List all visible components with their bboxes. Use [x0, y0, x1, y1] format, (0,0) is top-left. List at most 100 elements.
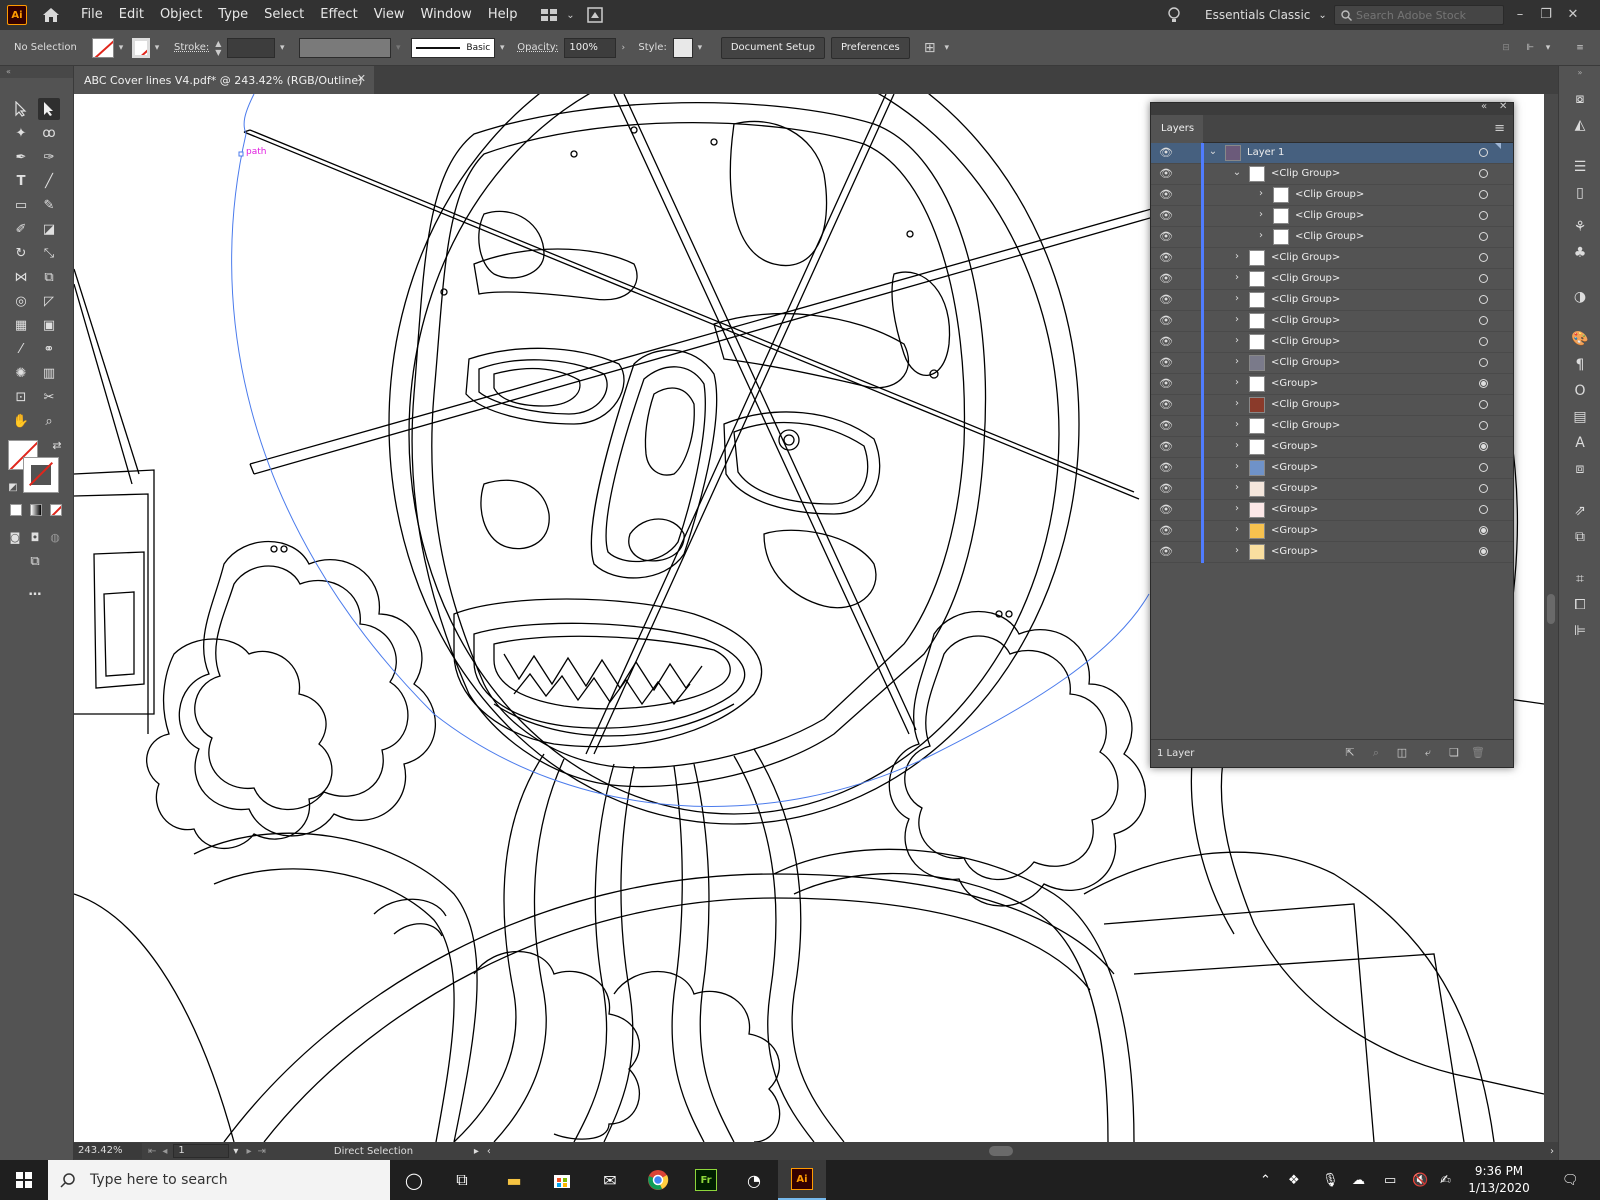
- menu-type[interactable]: Type: [210, 0, 256, 30]
- layer-name[interactable]: <Clip Group>: [1295, 210, 1364, 221]
- chevron-right-icon[interactable]: ›: [1231, 272, 1243, 286]
- layer-name[interactable]: <Group>: [1271, 441, 1318, 452]
- selection-tool-icon[interactable]: [10, 98, 32, 120]
- vertical-scrollbar[interactable]: [1544, 94, 1558, 1142]
- chrome-icon[interactable]: [634, 1160, 682, 1200]
- chevron-down-icon[interactable]: ▾: [940, 38, 954, 58]
- gradient-panel-icon[interactable]: ▯: [1569, 182, 1591, 204]
- screen-mode-icon[interactable]: ⧉: [24, 550, 46, 572]
- next-artboard-icon[interactable]: ▸: [246, 1146, 251, 1157]
- chevron-down-icon[interactable]: ⌄: [1207, 146, 1219, 160]
- menu-object[interactable]: Object: [152, 0, 210, 30]
- chevron-right-icon[interactable]: ›: [1231, 461, 1243, 475]
- color-icon[interactable]: 🎨: [1569, 328, 1591, 350]
- layer-name[interactable]: <Group>: [1271, 504, 1318, 515]
- layer-name[interactable]: <Clip Group>: [1271, 315, 1340, 326]
- target-circle-icon[interactable]: [1479, 169, 1488, 178]
- windows-start-icon[interactable]: [0, 1160, 48, 1200]
- pathfinder-icon[interactable]: ⧠: [1569, 594, 1591, 616]
- network-icon[interactable]: ▭: [1384, 1160, 1396, 1200]
- target-circle-icon[interactable]: [1479, 211, 1488, 220]
- libraries-icon[interactable]: ⧇: [1569, 88, 1591, 110]
- visibility-eye-icon[interactable]: 👁: [1159, 335, 1173, 349]
- visibility-eye-icon[interactable]: 👁: [1159, 524, 1173, 538]
- chevron-right-icon[interactable]: ›: [616, 38, 630, 58]
- visibility-eye-icon[interactable]: 👁: [1159, 461, 1173, 475]
- scale-tool-icon[interactable]: ⤡: [38, 242, 60, 264]
- minimize-button[interactable]: –: [1507, 0, 1533, 28]
- tab-layers[interactable]: Layers: [1151, 115, 1203, 143]
- close-window-button[interactable]: ✕: [1560, 0, 1586, 28]
- shaper-tool-icon[interactable]: ✐: [10, 218, 32, 240]
- type-tool-icon[interactable]: T: [10, 170, 32, 192]
- menu-edit[interactable]: Edit: [111, 0, 152, 30]
- draw-behind-icon[interactable]: ◘: [24, 526, 46, 548]
- hand-tool-icon[interactable]: ✋: [10, 410, 32, 432]
- menu-view[interactable]: View: [366, 0, 413, 30]
- free-transform-tool-icon[interactable]: ⧉: [38, 266, 60, 288]
- layer-row[interactable]: 👁 ⌄ Layer 1: [1151, 143, 1513, 164]
- stroke-swatch[interactable]: [132, 37, 150, 58]
- chevron-down-icon[interactable]: ▾: [275, 38, 289, 58]
- mesh-tool-icon[interactable]: ▦: [10, 314, 32, 336]
- stock-search[interactable]: [1334, 5, 1504, 25]
- task-view-icon[interactable]: ⧉: [438, 1160, 486, 1200]
- artboard-tool-icon[interactable]: ⊡: [10, 386, 32, 408]
- visibility-eye-icon[interactable]: 👁: [1159, 293, 1173, 307]
- visibility-eye-icon[interactable]: 👁: [1159, 419, 1173, 433]
- sublayer-row[interactable]: 👁 › <Group>: [1151, 521, 1513, 542]
- stroke-weight-field[interactable]: [227, 37, 276, 58]
- taskbar-search[interactable]: Type here to search: [48, 1160, 390, 1200]
- default-fill-stroke-icon[interactable]: ◩: [2, 476, 24, 498]
- layer-name[interactable]: Layer 1: [1247, 147, 1284, 158]
- sublayer-row[interactable]: 👁 › <Group>: [1151, 437, 1513, 458]
- symbols-icon[interactable]: ♣: [1569, 242, 1591, 264]
- visibility-eye-icon[interactable]: 👁: [1159, 356, 1173, 370]
- hscroll-right-icon[interactable]: ›: [1550, 1146, 1554, 1157]
- chevron-right-icon[interactable]: ›: [1231, 545, 1243, 559]
- stroke-panel-icon[interactable]: ☰: [1569, 156, 1591, 178]
- layer-name[interactable]: <Clip Group>: [1271, 252, 1340, 263]
- draw-inside-icon[interactable]: ◍: [44, 526, 66, 548]
- target-circle-icon[interactable]: [1479, 274, 1488, 283]
- current-tool-status[interactable]: Direct Selection: [334, 1146, 472, 1157]
- microphone-icon[interactable]: 🎙: [1322, 1160, 1339, 1200]
- visibility-eye-icon[interactable]: 👁: [1159, 167, 1173, 181]
- eraser-tool-icon[interactable]: ◪: [38, 218, 60, 240]
- chevron-right-icon[interactable]: ›: [1231, 482, 1243, 496]
- chevron-right-icon[interactable]: ›: [1231, 335, 1243, 349]
- target-circle-icon[interactable]: [1479, 400, 1488, 409]
- gradient-mode-icon[interactable]: [30, 504, 42, 516]
- visibility-eye-icon[interactable]: 👁: [1159, 209, 1173, 223]
- stroke-label[interactable]: Stroke:: [174, 42, 209, 53]
- illustrator-taskbar-icon[interactable]: Ai: [778, 1160, 826, 1200]
- align-panel-icon[interactable]: ⊫: [1569, 620, 1591, 642]
- character-icon[interactable]: A: [1569, 432, 1591, 454]
- curvature-tool-icon[interactable]: ✑: [38, 146, 60, 168]
- column-graph-tool-icon[interactable]: ▥: [38, 362, 60, 384]
- fill-swatch[interactable]: [92, 37, 114, 58]
- stroke-stepper[interactable]: ▲ ▼: [215, 39, 227, 57]
- symbol-sprayer-tool-icon[interactable]: ✺: [10, 362, 32, 384]
- chevron-right-icon[interactable]: ›: [1231, 377, 1243, 391]
- scrollbar-thumb[interactable]: [1547, 594, 1555, 624]
- sublayer-row[interactable]: 👁 › <Clip Group>: [1151, 416, 1513, 437]
- gradient-tool-icon[interactable]: ▣: [38, 314, 60, 336]
- visibility-eye-icon[interactable]: 👁: [1159, 314, 1173, 328]
- panel-menu-icon[interactable]: ≡: [1494, 121, 1505, 136]
- volume-muted-icon[interactable]: 🔇: [1412, 1160, 1428, 1200]
- graphic-styles-icon[interactable]: ⧈: [1569, 458, 1591, 480]
- sublayer-row[interactable]: 👁 › <Clip Group>: [1151, 227, 1513, 248]
- chevron-right-icon[interactable]: ›: [1255, 230, 1267, 244]
- sublayer-row[interactable]: 👁 › <Group>: [1151, 542, 1513, 563]
- stock-search-input[interactable]: [1356, 8, 1496, 22]
- sublayer-row[interactable]: 👁 ⌄ <Clip Group>: [1151, 164, 1513, 185]
- visibility-eye-icon[interactable]: 👁: [1159, 188, 1173, 202]
- chevron-right-icon[interactable]: ›: [1231, 314, 1243, 328]
- transform-icon[interactable]: ⊟: [1496, 38, 1516, 58]
- eyedropper-tool-icon[interactable]: ⁄: [10, 338, 32, 360]
- target-circle-icon[interactable]: [1479, 526, 1488, 535]
- target-circle-icon[interactable]: [1479, 547, 1488, 556]
- target-circle-icon[interactable]: [1479, 316, 1488, 325]
- document-tab[interactable]: ABC Cover lines V4.pdf* @ 243.42% (RGB/O…: [74, 66, 374, 94]
